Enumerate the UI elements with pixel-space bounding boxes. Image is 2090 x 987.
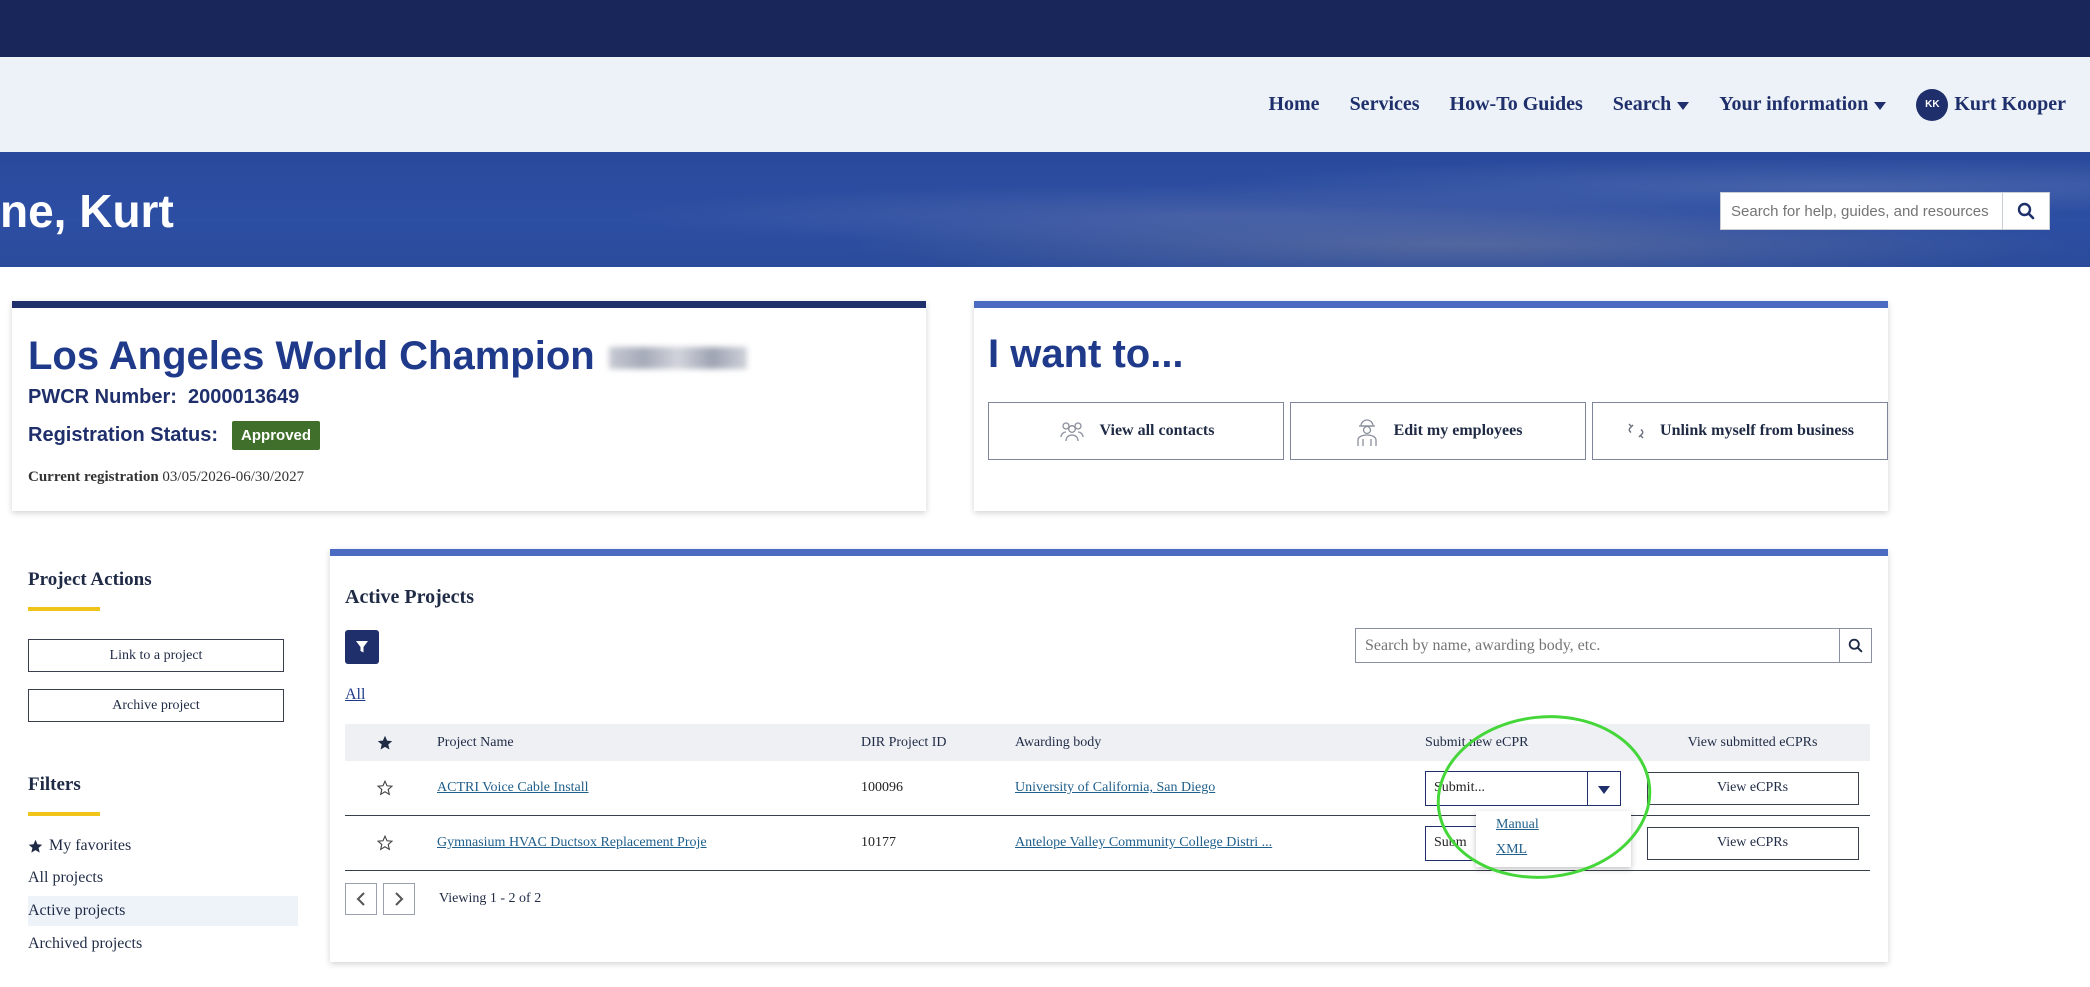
view-cell: View eCPRs [1635,826,1870,860]
project-id-cell: 100096 [861,780,903,795]
registration-status: Registration Status: Approved [28,421,321,450]
project-search-input[interactable] [1355,628,1839,663]
favorite-column-header[interactable] [345,735,425,751]
chevron-right-icon [395,892,404,906]
current-registration-dates: 03/05/2026-06/30/2027 [162,469,305,485]
column-view-ecprs: View submitted eCPRs [1687,734,1818,750]
highlight-annotation [1436,715,1652,879]
filter-icon [356,641,368,653]
all-projects-link[interactable]: All [345,686,365,704]
search-icon [2017,202,2035,220]
navigation-bar: Home Services How-To Guides Search Your … [0,57,2090,152]
filter-button[interactable] [345,630,379,664]
help-search-input[interactable] [1720,192,2002,230]
contacts-icon [1059,422,1084,442]
nav-how-to-guides[interactable]: How-To Guides [1450,93,1583,116]
column-project-name[interactable]: Project Name [425,735,861,751]
page-title: ne, Kurt [0,185,174,237]
filter-active-projects[interactable]: Active projects [28,896,298,926]
favorite-toggle[interactable] [345,835,425,851]
pwcr-number: PWCR Number: 2000013649 [28,386,299,409]
worker-icon [1356,419,1377,446]
project-name-cell: ACTRI Voice Cable Install [425,780,861,796]
top-bar [0,0,2090,57]
awarding-body-cell: Antelope Valley Community College Distri… [1015,835,1425,851]
section-underline [28,607,100,611]
welcome-banner: ne, Kurt [0,152,2090,267]
view-ecprs-button[interactable]: View eCPRs [1646,771,1859,805]
nav-services[interactable]: Services [1350,93,1420,116]
chevron-down-icon [1874,102,1887,110]
filters-title: Filters [28,774,81,795]
unlink-from-business-label: Unlink myself from business [1660,422,1854,439]
current-registration-label: Current registration [28,469,159,485]
previous-page-button[interactable] [345,883,377,915]
nav-search-label: Search [1612,93,1672,115]
edit-my-employees-label: Edit my employees [1393,422,1523,439]
awarding-body-link[interactable]: Antelope Valley Community College Distri… [1015,835,1272,850]
filter-my-favorites-label: My favorites [49,837,132,854]
search-icon [1848,638,1863,653]
help-search [1720,192,2050,230]
pagination: Viewing 1 - 2 of 2 [345,883,541,915]
section-underline [28,812,100,816]
avatar: KK [1916,88,1949,121]
filter-all-projects[interactable]: All projects [28,863,298,893]
awarding-body-link[interactable]: University of California, San Diego [1015,780,1215,795]
project-id-cell: 10177 [861,835,896,850]
star-filled-icon [377,735,393,750]
registration-status-label: Registration Status: [28,424,219,446]
view-all-contacts-label: View all contacts [1099,422,1215,439]
link-to-project-button[interactable]: Link to a project [28,639,284,672]
awarding-body-cell: University of California, San Diego [1015,780,1425,796]
business-name-text: Los Angeles World Champion [28,334,595,378]
project-name-link[interactable]: Gymnasium HVAC Ductsox Replacement Proje [437,835,707,850]
redacted-text [608,347,747,370]
project-name-link[interactable]: ACTRI Voice Cable Install [437,780,589,795]
favorite-toggle[interactable] [345,780,425,796]
status-badge: Approved [232,421,321,450]
view-cell: View eCPRs [1635,771,1870,805]
unlink-icon [1628,423,1644,439]
nav-search[interactable]: Search [1613,93,1690,116]
project-search-button[interactable] [1839,628,1872,663]
edit-my-employees-button[interactable]: Edit my employees [1290,402,1586,460]
chevron-left-icon [356,892,365,906]
i-want-to-title: I want to... [988,332,1184,376]
pwcr-label: PWCR Number: [28,386,177,408]
next-page-button[interactable] [383,883,415,915]
help-search-button[interactable] [2002,192,2050,230]
filter-archived-projects[interactable]: Archived projects [28,929,298,959]
column-awarding-body[interactable]: Awarding body [1015,735,1425,751]
filter-my-favorites[interactable]: My favorites [28,831,298,861]
pwcr-value: 2000013649 [188,386,300,408]
archive-project-button[interactable]: Archive project [28,689,284,722]
business-card: Los Angeles World Champion PWCR Number: … [12,301,926,511]
current-registration: Current registration 03/05/2026-06/30/20… [28,469,304,486]
project-actions-title: Project Actions [28,569,152,590]
star-outline-icon [377,835,393,851]
star-outline-icon [377,780,393,796]
column-dir-project-id[interactable]: DIR Project ID [861,735,1015,751]
view-ecprs-button[interactable]: View eCPRs [1646,826,1859,860]
active-projects-card: Active Projects All Project Name DIR Pro… [330,549,1888,962]
project-search [1355,628,1872,663]
chevron-down-icon [1677,102,1690,110]
main-nav: Home Services How-To Guides Search Your … [1268,57,2066,152]
nav-home[interactable]: Home [1268,93,1319,116]
user-menu[interactable]: KK Kurt Kooper [1916,88,2066,121]
pagination-status: Viewing 1 - 2 of 2 [439,891,542,906]
nav-your-information-label: Your information [1719,93,1869,115]
project-name-cell: Gymnasium HVAC Ductsox Replacement Proje [425,835,861,851]
active-projects-title: Active Projects [345,586,475,608]
i-want-to-card: I want to... View all contacts Edit my e… [974,301,1888,511]
unlink-from-business-button[interactable]: Unlink myself from business [1592,402,1888,460]
star-filled-icon [28,839,43,853]
nav-your-information[interactable]: Your information [1719,93,1887,116]
user-name: Kurt Kooper [1954,93,2066,115]
business-name: Los Angeles World Champion [28,334,747,379]
view-all-contacts-button[interactable]: View all contacts [988,402,1284,460]
